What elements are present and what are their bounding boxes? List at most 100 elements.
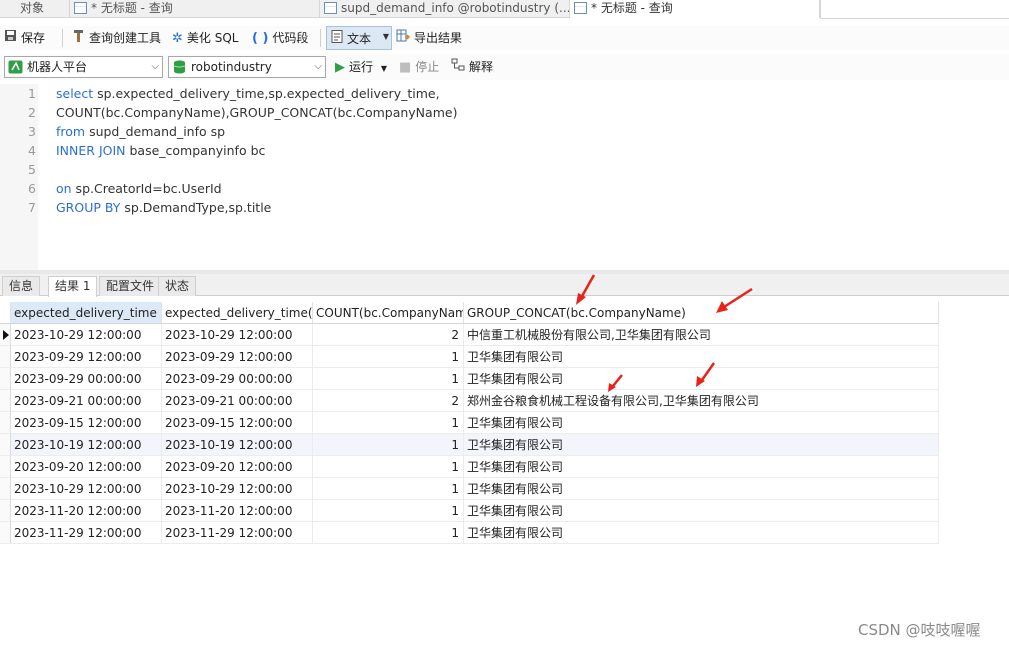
row-marker[interactable] xyxy=(0,368,11,390)
table-cell[interactable]: 卫华集团有限公司 xyxy=(464,478,939,500)
stop-button[interactable]: ■ 停止 xyxy=(399,55,439,79)
table-cell[interactable]: 2023-09-29 00:00:00 xyxy=(11,368,162,390)
export-results-button[interactable]: 导出结果 xyxy=(396,26,462,50)
tab-supd-demand-info[interactable]: supd_demand_info @robotindustry (... xyxy=(320,0,570,18)
table-cell[interactable]: 2023-09-20 12:00:00 xyxy=(162,456,313,478)
row-marker[interactable] xyxy=(0,390,11,412)
tab-profile[interactable]: 配置文件 xyxy=(99,276,162,296)
table-row[interactable]: 2023-09-20 12:00:00 2023-09-20 12:00:00 1 卫… xyxy=(0,456,939,478)
table-row[interactable]: 2023-11-20 12:00:00 2023-11-20 12:00:00 1 卫… xyxy=(0,500,939,522)
query-builder-button[interactable]: 查询创建工具 xyxy=(72,26,161,50)
table-cell[interactable]: 2023-11-29 12:00:00 xyxy=(162,522,313,544)
table-row[interactable]: 2023-09-15 12:00:00 2023-09-15 12:00:00 1 卫… xyxy=(0,412,939,434)
table-cell[interactable]: 2023-09-15 12:00:00 xyxy=(162,412,313,434)
table-cell[interactable]: 2023-09-21 00:00:00 xyxy=(162,390,313,412)
table-row[interactable]: 2023-10-19 12:00:00 2023-10-19 12:00:00 1 卫… xyxy=(0,434,939,456)
column-header[interactable]: expected_delivery_time xyxy=(11,302,162,324)
table-cell[interactable]: 2023-10-19 12:00:00 xyxy=(162,434,313,456)
row-marker[interactable] xyxy=(0,478,11,500)
result-tabs: 信息 结果 1 配置文件 状态 xyxy=(0,274,1009,297)
text-mode-button[interactable]: 文本 ▼ xyxy=(326,26,392,50)
tab-untitled-query-1[interactable]: * 无标题 - 查询 xyxy=(70,0,320,18)
chevron-down-icon[interactable]: ▼ xyxy=(381,64,387,73)
current-row-indicator[interactable] xyxy=(0,324,11,346)
table-cell[interactable]: 中信重工机械股份有限公司,卫华集团有限公司 xyxy=(464,324,939,346)
table-cell[interactable]: 2023-11-20 12:00:00 xyxy=(11,500,162,522)
column-header[interactable]: expected_delivery_time(1) xyxy=(162,302,313,324)
table-cell[interactable]: 2023-09-21 00:00:00 xyxy=(11,390,162,412)
table-cell[interactable]: 1 xyxy=(313,368,464,390)
tab-info[interactable]: 信息 xyxy=(2,276,41,296)
hammer-icon xyxy=(72,27,85,51)
code-snippet-button[interactable]: ( ) 代码段 xyxy=(252,26,308,50)
table-row[interactable]: 2023-10-29 12:00:00 2023-10-29 12:00:00 1 卫… xyxy=(0,478,939,500)
column-header[interactable]: GROUP_CONCAT(bc.CompanyName) xyxy=(464,302,939,324)
beautify-sql-button[interactable]: ✲ 美化 SQL xyxy=(172,26,238,50)
table-cell[interactable]: 2023-11-29 12:00:00 xyxy=(11,522,162,544)
table-row[interactable]: 2023-09-29 12:00:00 2023-09-29 12:00:00 1 卫… xyxy=(0,346,939,368)
table-cell[interactable]: 卫华集团有限公司 xyxy=(464,434,939,456)
tab-label: 对象 xyxy=(20,1,45,15)
run-button[interactable]: ▶ 运行 ▼ xyxy=(335,55,387,79)
table-cell[interactable]: 2023-10-29 12:00:00 xyxy=(11,324,162,346)
table-row[interactable]: 2023-11-29 12:00:00 2023-11-29 12:00:00 1 卫… xyxy=(0,522,939,544)
table-cell[interactable]: 1 xyxy=(313,434,464,456)
sql-editor[interactable]: 1 select sp.expected_delivery_time,sp.exp… xyxy=(0,84,1009,270)
row-marker[interactable] xyxy=(0,500,11,522)
table-cell[interactable]: 卫华集团有限公司 xyxy=(464,522,939,544)
save-button[interactable]: 保存 xyxy=(4,26,45,50)
table-cell[interactable]: 1 xyxy=(313,456,464,478)
row-marker[interactable] xyxy=(0,412,11,434)
tab-objects[interactable]: 对象 xyxy=(0,0,70,18)
run-label: 运行 xyxy=(349,60,374,74)
column-header-label: expected_delivery_time(1) xyxy=(165,306,313,320)
table-cell[interactable]: 2023-11-20 12:00:00 xyxy=(162,500,313,522)
table-cell[interactable]: 2023-09-29 12:00:00 xyxy=(11,346,162,368)
table-row[interactable]: 2023-10-29 12:00:00 2023-10-29 12:00:00 2 中… xyxy=(0,324,939,346)
table-cell[interactable]: 1 xyxy=(313,412,464,434)
row-marker[interactable] xyxy=(0,522,11,544)
table-row[interactable]: 2023-09-21 00:00:00 2023-09-21 00:00:00 2 郑… xyxy=(0,390,939,412)
chevron-down-icon[interactable]: ▼ xyxy=(383,32,389,41)
table-cell[interactable]: 1 xyxy=(313,346,464,368)
table-cell[interactable]: 2023-09-29 00:00:00 xyxy=(162,368,313,390)
table-cell[interactable]: 1 xyxy=(313,478,464,500)
table-cell[interactable]: 2023-09-15 12:00:00 xyxy=(11,412,162,434)
tab-result-1[interactable]: 结果 1 xyxy=(48,276,98,297)
column-header[interactable]: COUNT(bc.CompanyName) xyxy=(313,302,464,324)
row-marker[interactable] xyxy=(0,346,11,368)
table-cell[interactable]: 卫华集团有限公司 xyxy=(464,412,939,434)
line-number: 1 xyxy=(28,86,36,101)
tab-search-box[interactable] xyxy=(820,0,1009,19)
table-row[interactable]: 2023-09-29 00:00:00 2023-09-29 00:00:00 1 卫… xyxy=(0,368,939,390)
tab-profile-label: 配置文件 xyxy=(106,279,155,293)
tab-label: supd_demand_info @robotindustry (... xyxy=(341,1,570,15)
table-cell[interactable]: 2023-09-20 12:00:00 xyxy=(11,456,162,478)
row-marker[interactable] xyxy=(0,434,11,456)
table-cell[interactable]: 2023-10-29 12:00:00 xyxy=(11,478,162,500)
tab-label: * 无标题 - 查询 xyxy=(591,1,673,15)
table-cell[interactable]: 郑州金谷粮食机械工程设备有限公司,卫华集团有限公司 xyxy=(464,390,939,412)
connection-select[interactable]: 机器人平台 ⌵ xyxy=(4,56,163,78)
table-cell[interactable]: 1 xyxy=(313,522,464,544)
table-cell[interactable]: 2 xyxy=(313,390,464,412)
table-cell[interactable]: 2023-10-29 12:00:00 xyxy=(162,478,313,500)
table-cell[interactable]: 2023-10-29 12:00:00 xyxy=(162,324,313,346)
database-select[interactable]: robotindustry ⌵ xyxy=(168,56,326,78)
text-mode-content: 文本 xyxy=(331,27,371,51)
tab-status[interactable]: 状态 xyxy=(158,276,197,296)
sql-text: base_companyinfo bc xyxy=(125,143,266,158)
table-cell[interactable]: 2023-09-29 12:00:00 xyxy=(162,346,313,368)
table-cell[interactable]: 1 xyxy=(313,500,464,522)
row-marker[interactable] xyxy=(0,456,11,478)
code-line: on sp.CreatorId=bc.UserId xyxy=(56,181,222,196)
table-cell[interactable]: 卫华集团有限公司 xyxy=(464,456,939,478)
stop-label: 停止 xyxy=(415,60,440,74)
table-cell[interactable]: 2023-10-19 12:00:00 xyxy=(11,434,162,456)
table-cell[interactable]: 2 xyxy=(313,324,464,346)
tab-untitled-query-2[interactable]: * 无标题 - 查询 xyxy=(570,0,820,18)
stop-icon: ■ xyxy=(399,59,412,75)
table-cell[interactable]: 卫华集团有限公司 xyxy=(464,500,939,522)
magic-wand-icon: ✲ xyxy=(172,30,183,46)
explain-button[interactable]: 解释 xyxy=(451,55,493,79)
